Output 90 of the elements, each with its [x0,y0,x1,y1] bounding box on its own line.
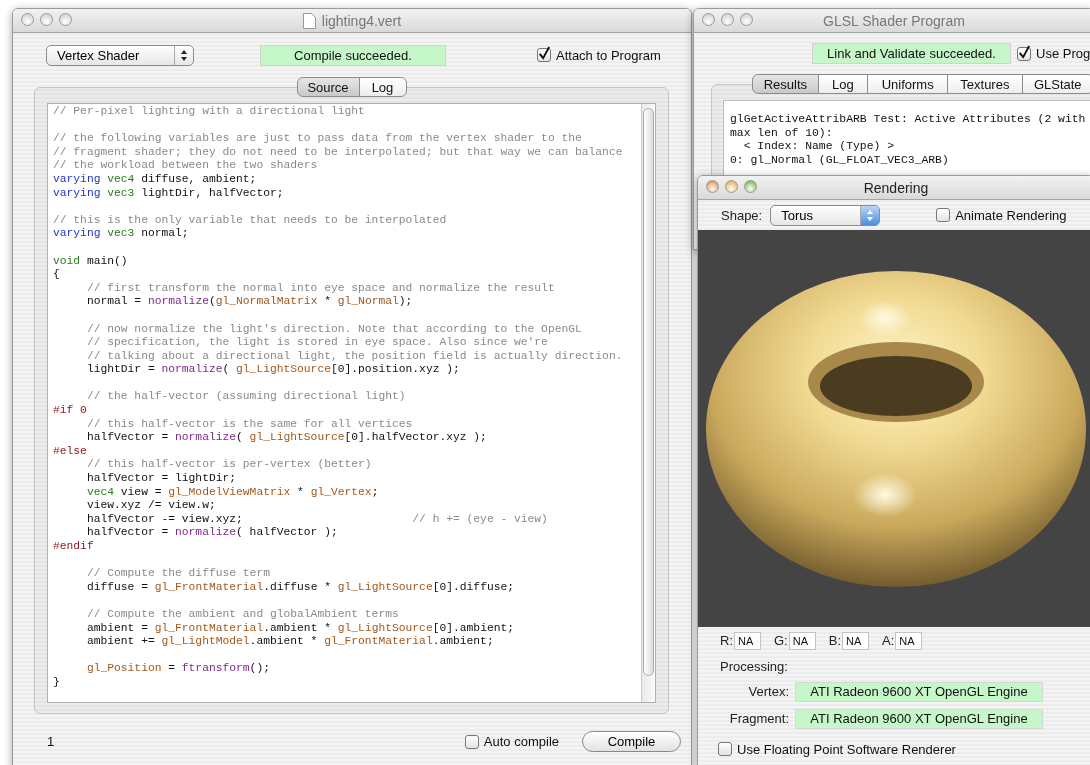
tab[interactable]: Source [296,77,360,97]
checkbox-label: Animate Rendering [955,207,1067,223]
code-line: halfVector = normalize( gl_LightSource[0].halfVector.xyz ); [85,431,488,445]
code-line: // the half-vector (assuming directional light) [85,390,407,405]
shape-dropdown[interactable]: Torus [770,204,881,226]
tab[interactable]: GLState [1021,74,1090,94]
processor-label: Fragment: [728,711,789,726]
link-status: Link and Validate succeeded. [812,43,1011,64]
checkbox[interactable] [464,734,479,749]
checkbox-label: Use Floating Point Software Renderer [737,741,956,757]
code-line: halfVector = normalize( halfVector ); [85,526,339,540]
document-icon [302,12,316,29]
line-number: 1 [47,734,55,749]
zoom-button[interactable] [740,13,753,26]
checkbox[interactable] [1017,46,1031,61]
code-line: ambient += gl_LightModel.ambient * gl_FrontMaterial.ambient; [85,635,495,649]
minimize-button[interactable] [40,13,53,26]
results-line: < Index: Name (Type) > [742,140,896,154]
code-line: // the workload between the two shaders [53,159,319,173]
channel-field[interactable]: NA [788,631,816,650]
zoom-button[interactable] [59,13,72,26]
code-line: view.xyz /= view.w; [85,499,217,513]
channel-label: B: [828,633,842,648]
minimize-button[interactable] [721,13,734,26]
checkbox-label: Use Prog [1036,46,1090,61]
code-line: gl_Position = ftransform(); [85,662,271,676]
code-line: // this half-vector is per-vertex (better) [85,458,373,473]
window-title: lighting4.vert [321,12,402,29]
code-line: // first transform the normal into eye space and normalize the result [85,281,556,296]
code-line: ambient = gl_FrontMaterial.ambient * gl_LightSource[0].ambient; [85,621,516,636]
code-line: varying vec3 lightDir, halfVector; [53,186,285,201]
code-line: // Compute the diffuse term [85,567,271,581]
channel-label: R: [720,633,733,648]
code-line: // Per-pixel lighting with a directional light [53,105,366,119]
window-title: GLSL Shader Program [823,12,965,29]
minimize-button[interactable] [725,180,738,193]
code-line: halfVector = lightDir; [85,472,238,486]
checkbox-label: Auto compile [483,734,559,749]
code-line: // fragment shader; they do not need to be interpolated; but that way we can balance [53,145,624,160]
code-line: // this half-vector is the same for all vertices [85,417,414,432]
tab[interactable]: Uniforms [867,74,949,94]
code-line: // Compute the ambient and globalAmbient terms [85,607,400,622]
code-line: // the following variables are just to pass data from the vertex shader to the [53,132,583,146]
code-line: #endif [53,540,95,554]
code-line: // now normalize the light's direction. Note that according to the OpenGL [85,322,583,337]
tab[interactable]: Log [817,74,869,94]
close-button[interactable] [706,180,719,193]
scrollbar[interactable] [641,104,655,702]
code-line: varying vec4 diffuse, ambient; [53,172,258,187]
results-line: max len of 10): [730,126,834,141]
checkbox-label: Attach to Program [556,47,661,63]
shape-label: Shape: [721,207,763,223]
tab[interactable]: Textures [947,74,1023,94]
compile-status: Compile succeeded. [260,44,446,66]
shader-type-dropdown[interactable]: Vertex Shader [46,44,194,66]
code-line: normal = normalize(gl_NormalMatrix * gl_Normal); [85,295,414,309]
code-line: // this is the only variable that needs to be interpolated [53,213,448,228]
processor-label: Vertex: [747,684,789,699]
tab[interactable]: Log [358,77,407,97]
close-button[interactable] [21,13,34,26]
checkbox[interactable] [537,48,551,62]
code-line: lightDir = normalize( gl_LightSource[0].position.xyz ); [85,363,461,377]
code-line: // talking about a directional light, the position field is actually direction. [85,349,624,364]
engine-field: ATI Radeon 9600 XT OpenGL Engine [795,708,1043,729]
code-line: { [53,268,61,282]
zoom-button[interactable] [744,180,757,193]
code-line: #else [53,444,88,459]
checkbox[interactable] [936,208,951,222]
code-line: varying vec3 normal; [53,227,190,241]
tab[interactable]: Results [752,74,819,94]
channel-field[interactable]: NA [734,631,761,650]
results-line: glGetActiveAttribARB Test: Active Attributes (2 with [730,113,1087,127]
compile-button[interactable]: Compile [582,731,681,752]
code-line: diffuse = gl_FrontMaterial.diffuse * gl_LightSource[0].diffuse; [85,580,516,595]
results-line: 0: gl_Normal (GL_FLOAT_VEC3_ARB) [730,153,950,168]
channel-field[interactable]: NA [895,631,923,650]
processing-label: Processing: [720,658,788,674]
code-line: halfVector -= view.xyz; // h += (eye - view) [85,512,549,527]
engine-field: ATI Radeon 9600 XT OpenGL Engine [795,681,1043,702]
code-line: // specification, the light is stored in eye space. Also since we're [85,336,549,350]
channel-label: A: [882,633,895,648]
code-line: vec4 view = gl_ModelViewMatrix * gl_Vertex; [85,485,380,500]
checkbox[interactable] [718,742,732,756]
close-button[interactable] [702,13,715,26]
window-title: Rendering [863,179,929,196]
channel-label: G: [774,633,788,648]
code-line: #if 0 [53,404,88,418]
channel-field[interactable]: NA [842,631,870,650]
code-line: } [53,675,61,690]
code-line: void main() [53,254,129,269]
